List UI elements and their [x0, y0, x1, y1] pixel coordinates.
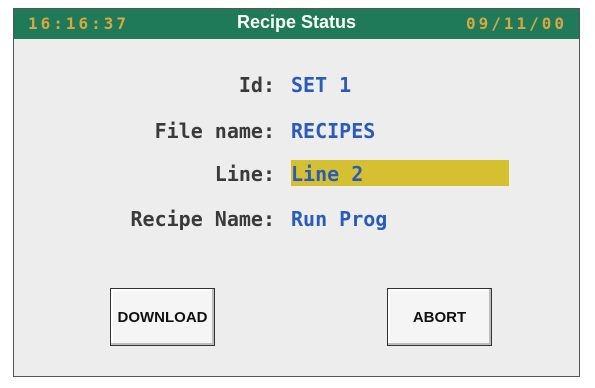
- clock-date: 09/11/00: [465, 14, 567, 33]
- recipe-status-panel: 16:16:37 Recipe Status 09/11/00 Id: SET …: [13, 8, 580, 377]
- id-label: Id:: [238, 73, 275, 97]
- line-value[interactable]: Line 2: [291, 160, 509, 186]
- id-value: SET 1: [291, 73, 352, 97]
- line-label: Line:: [214, 162, 275, 186]
- field-row-line: Line: Line 2: [14, 160, 579, 188]
- field-row-file-name: File name: RECIPES: [14, 117, 579, 145]
- field-row-recipe-name: Recipe Name: Run Prog: [14, 205, 579, 233]
- abort-button[interactable]: ABORT: [387, 288, 492, 346]
- recipe-name-value: Run Prog: [291, 207, 388, 231]
- download-button[interactable]: DOWNLOAD: [110, 288, 215, 346]
- title-bar: 16:16:37 Recipe Status 09/11/00: [14, 9, 579, 39]
- file-name-label: File name:: [154, 119, 275, 143]
- recipe-name-label: Recipe Name:: [130, 207, 276, 231]
- field-row-id: Id: SET 1: [14, 71, 579, 99]
- file-name-value: RECIPES: [291, 119, 376, 143]
